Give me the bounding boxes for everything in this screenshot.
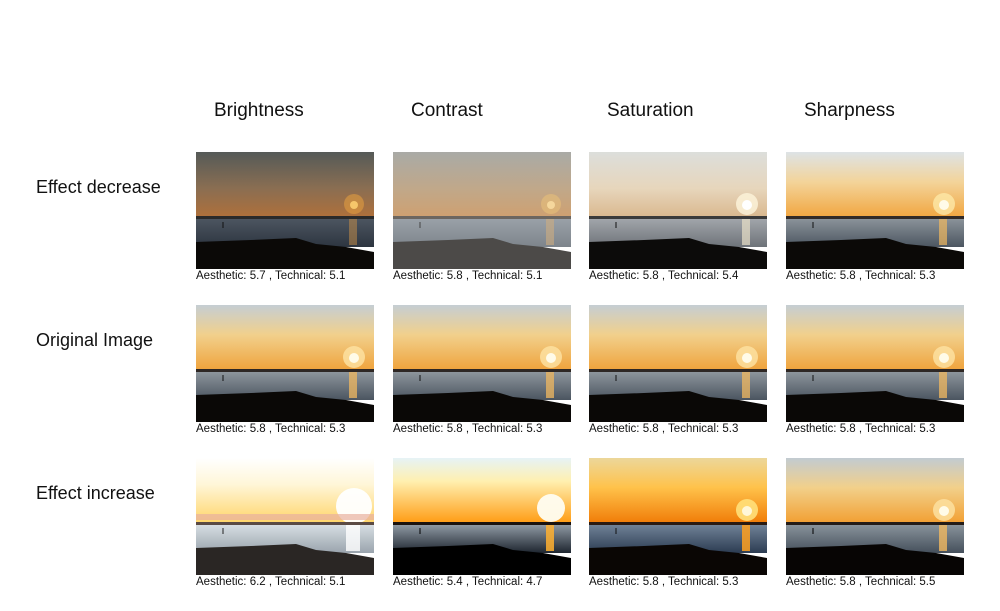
grid-cell: Aesthetic: 5.8 , Technical: 5.3 [589,458,767,588]
sunset-photo-original [589,305,767,422]
column-header-sharpness: Sharpness [804,100,895,121]
sunset-photo-saturation-increase [589,458,767,575]
grid-cell: Aesthetic: 5.8 , Technical: 5.3 [196,305,374,435]
grid-cell: Aesthetic: 5.8 , Technical: 5.3 [786,305,964,435]
grid-cell: Aesthetic: 5.8 , Technical: 5.1 [393,152,571,282]
grid-cell: Aesthetic: 5.4 , Technical: 4.7 [393,458,571,588]
sunset-photo-brightness-increase [196,458,374,575]
score-caption: Aesthetic: 5.8 , Technical: 5.1 [393,270,543,282]
score-caption: Aesthetic: 6.2 , Technical: 5.1 [196,576,346,588]
grid-cell: Aesthetic: 5.7 , Technical: 5.1 [196,152,374,282]
score-caption: Aesthetic: 5.8 , Technical: 5.3 [589,423,739,435]
sunset-photo-brightness-decrease [196,152,374,269]
score-caption: Aesthetic: 5.8 , Technical: 5.3 [196,423,346,435]
sunset-photo-sharpness-decrease [786,152,964,269]
column-header-contrast: Contrast [411,100,483,121]
score-caption: Aesthetic: 5.4 , Technical: 4.7 [393,576,543,588]
grid-cell: Aesthetic: 5.8 , Technical: 5.3 [393,305,571,435]
row-label-original-image: Original Image [36,330,154,350]
grid-cell: Aesthetic: 5.8 , Technical: 5.4 [589,152,767,282]
row-label-effect-increase: Effect increase [36,483,155,503]
grid-cell: Aesthetic: 5.8 , Technical: 5.3 [786,152,964,282]
sunset-photo-contrast-increase [393,458,571,575]
score-caption: Aesthetic: 5.7 , Technical: 5.1 [196,270,346,282]
sunset-photo-original [196,305,374,422]
score-caption: Aesthetic: 5.8 , Technical: 5.3 [393,423,543,435]
sunset-photo-contrast-decrease [393,152,571,269]
row-label-effect-decrease: Effect decrease [36,177,161,197]
score-caption: Aesthetic: 5.8 , Technical: 5.5 [786,576,936,588]
score-caption: Aesthetic: 5.8 , Technical: 5.3 [589,576,739,588]
column-header-brightness: Brightness [214,100,304,121]
score-caption: Aesthetic: 5.8 , Technical: 5.4 [589,270,739,282]
score-caption: Aesthetic: 5.8 , Technical: 5.3 [786,270,936,282]
grid-cell: Aesthetic: 6.2 , Technical: 5.1 [196,458,374,588]
sunset-photo-sharpness-increase [786,458,964,575]
score-caption: Aesthetic: 5.8 , Technical: 5.3 [786,423,936,435]
grid-cell: Aesthetic: 5.8 , Technical: 5.3 [589,305,767,435]
sunset-photo-original [393,305,571,422]
column-header-saturation: Saturation [607,100,694,121]
sunset-photo-saturation-decrease [589,152,767,269]
sunset-photo-original [786,305,964,422]
grid-cell: Aesthetic: 5.8 , Technical: 5.5 [786,458,964,588]
